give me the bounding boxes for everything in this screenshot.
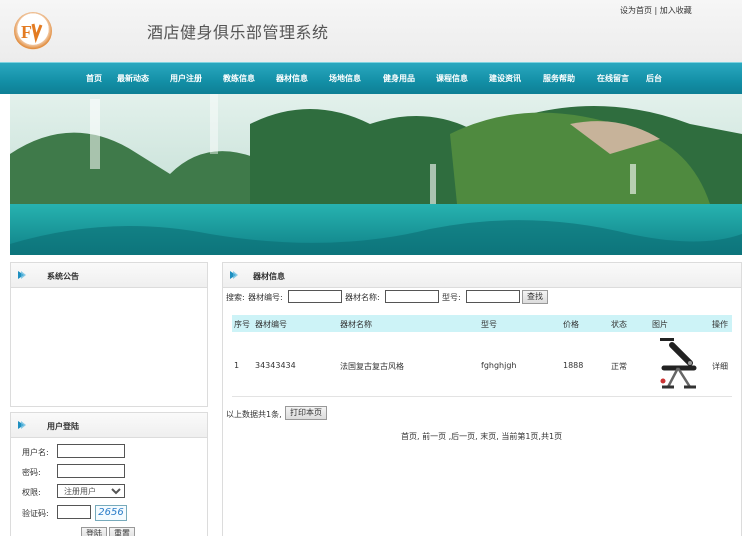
section-arrow-icon <box>18 421 26 429</box>
nav-item-help[interactable]: 服务帮助 <box>543 73 575 84</box>
record-summary: 以上数据共1条, <box>226 410 282 419</box>
captcha-label: 验证码: <box>22 509 49 518</box>
search-bar: 搜索: 器材编号: 器材名称: 型号: 查找 <box>226 290 548 304</box>
login-title: 用户登陆 <box>47 422 79 431</box>
header: F 酒店健身俱乐部管理系统 设为首页 | 加入收藏 <box>0 0 742 62</box>
nav-item-equipment[interactable]: 器材信息 <box>276 73 308 84</box>
table-header: 序号 器材编号 器材名称 型号 价格 状态 图片 操作 <box>232 315 732 332</box>
equipment-panel-header: 器材信息 <box>223 263 741 288</box>
top-links: 设为首页 | 加入收藏 <box>620 5 692 16</box>
svg-text:F: F <box>21 22 32 42</box>
equipment-title: 器材信息 <box>253 272 285 281</box>
model-label: 型号: <box>442 293 461 302</box>
nav-item-supplies[interactable]: 健身用品 <box>383 73 415 84</box>
nav-item-news[interactable]: 最新动态 <box>117 73 149 84</box>
nav-item-register[interactable]: 用户注册 <box>170 73 202 84</box>
reset-button[interactable]: 重置 <box>109 527 135 536</box>
top-links-separator: | <box>654 6 658 15</box>
section-arrow-icon <box>230 271 238 279</box>
row-status: 正常 <box>611 362 627 371</box>
section-arrow-icon <box>18 271 26 279</box>
captcha-image[interactable]: 2656 <box>95 505 127 521</box>
col-price: 价格 <box>563 320 579 329</box>
col-status: 状态 <box>611 320 627 329</box>
username-label: 用户名: <box>22 448 49 457</box>
captcha-input[interactable] <box>57 505 91 519</box>
login-panel-header: 用户登陆 <box>11 413 207 438</box>
col-code: 器材编号 <box>255 320 287 329</box>
site-title: 酒店健身俱乐部管理系统 <box>147 23 329 42</box>
model-input[interactable] <box>466 290 520 303</box>
search-button[interactable]: 查找 <box>522 290 548 304</box>
col-action: 操作 <box>712 320 728 329</box>
banner-image <box>10 94 742 255</box>
row-index: 1 <box>234 361 240 370</box>
password-label: 密码: <box>22 468 41 477</box>
nav-item-building-news[interactable]: 建设资讯 <box>489 73 521 84</box>
site-logo: F <box>14 12 52 50</box>
table-row: 1 34343434 法国复古复古风格 fghghjgh 1888 正常 详细 <box>232 333 732 397</box>
print-button[interactable]: 打印本页 <box>285 406 327 420</box>
fitness-bench-image[interactable] <box>650 335 702 395</box>
role-select[interactable]: 注册用户 <box>57 484 125 498</box>
name-input[interactable] <box>385 290 439 303</box>
login-button[interactable]: 登陆 <box>81 527 107 536</box>
col-index: 序号 <box>234 320 250 329</box>
pagination[interactable]: 首页, 前一页 ,后一页, 末页, 当前第1页,共1页 <box>401 431 562 442</box>
col-model: 型号 <box>481 320 497 329</box>
nav-item-messages[interactable]: 在线留言 <box>597 73 629 84</box>
notice-title: 系统公告 <box>47 272 79 281</box>
add-favorite-link[interactable]: 加入收藏 <box>660 6 692 15</box>
set-homepage-link[interactable]: 设为首页 <box>620 6 652 15</box>
nav-item-venues[interactable]: 场地信息 <box>329 73 361 84</box>
row-model: fghghjgh <box>481 361 517 370</box>
password-input[interactable] <box>57 464 125 478</box>
main-nav: 首页 最新动态 用户注册 教练信息 器材信息 场地信息 健身用品 课程信息 建设… <box>0 62 742 94</box>
search-prefix: 搜索: <box>226 293 245 302</box>
row-name: 法国复古复古风格 <box>340 362 404 371</box>
col-image: 图片 <box>652 320 668 329</box>
code-input[interactable] <box>288 290 342 303</box>
username-input[interactable] <box>57 444 125 458</box>
col-name: 器材名称 <box>340 320 372 329</box>
nav-item-coaches[interactable]: 教练信息 <box>223 73 255 84</box>
nav-item-admin[interactable]: 后台 <box>646 73 662 84</box>
code-label: 器材编号: <box>248 293 283 302</box>
equipment-panel: 器材信息 搜索: 器材编号: 器材名称: 型号: 查找 序号 器材编号 器材名称… <box>222 262 742 536</box>
name-label: 器材名称: <box>345 293 380 302</box>
login-panel: 用户登陆 用户名: 密码: 权限: 注册用户 验证码: 2656 登陆 重置 <box>10 412 208 536</box>
role-label: 权限: <box>22 488 41 497</box>
nav-item-home[interactable]: 首页 <box>86 73 102 84</box>
notice-panel-header: 系统公告 <box>11 263 207 288</box>
row-price: 1888 <box>563 361 584 370</box>
detail-link[interactable]: 详细 <box>712 361 728 372</box>
notice-panel: 系统公告 <box>10 262 208 407</box>
row-code: 34343434 <box>255 361 296 370</box>
nav-item-courses[interactable]: 课程信息 <box>436 73 468 84</box>
